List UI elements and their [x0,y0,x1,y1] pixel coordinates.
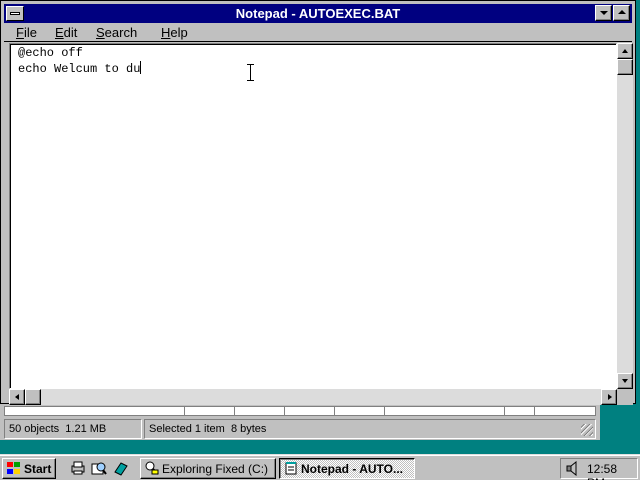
system-tray: 12:58 PM [560,458,638,480]
task-exploring[interactable]: Exploring Fixed (C:) [140,458,276,479]
explorer-cell [5,407,185,415]
task-exploring-label: Exploring Fixed (C:) [162,462,269,476]
ibeam-cursor-icon [247,64,254,81]
explorer-cell [335,407,385,415]
speaker-icon[interactable] [565,460,581,477]
window-title: Notepad - AUTOEXEC.BAT [235,6,401,21]
explorer-cell [385,407,505,415]
arrow-left-icon [15,394,19,400]
clock[interactable]: 12:58 PM [587,462,637,480]
status-total-size: 1.21 MB [65,423,107,435]
explorer-list-strip[interactable] [4,406,596,416]
horizontal-scrollbar[interactable] [9,389,617,405]
text-line: @echo off [18,46,83,60]
scroll-right-button[interactable] [601,389,617,405]
status-selected-bytes: 8 bytes [230,423,267,435]
status-selection: Selected 1 item 8 bytes [144,419,596,439]
size-grip-icon[interactable] [581,424,593,436]
notepad-icon [284,461,298,475]
vertical-scroll-thumb[interactable] [617,59,633,75]
explorer-cell [235,407,285,415]
horizontal-scroll-thumb[interactable] [25,389,41,405]
vertical-scrollbar[interactable] [617,43,633,389]
text-line: echo Welcum to du [18,61,142,76]
notepad-window: Notepad - AUTOEXEC.BAT File Edit Search … [0,0,636,405]
scroll-down-button[interactable] [617,373,633,389]
explorer-cell [285,407,335,415]
explorer-icon [145,461,159,475]
arrow-down-icon [622,379,628,383]
taskbar: Start Exploring Fixed (C:) Notepad - AUT… [0,454,640,480]
arrow-up-icon [622,49,628,53]
menu-file[interactable]: File [10,24,43,41]
minimize-icon [600,11,608,15]
text-caret [140,61,142,74]
status-selected-count: Selected 1 item [149,423,225,435]
title-bar[interactable]: Notepad - AUTOEXEC.BAT [4,4,632,23]
quick-launch-desktop-icon[interactable] [113,460,129,476]
quick-launch-find-icon[interactable] [91,460,107,476]
menu-search[interactable]: Search [90,24,143,41]
text-line-content: echo Welcum to du [18,62,141,76]
start-label: Start [24,462,52,476]
explorer-cell [505,407,535,415]
maximize-button[interactable] [613,5,630,21]
scroll-left-button[interactable] [9,389,25,405]
menu-edit[interactable]: Edit [49,24,83,41]
task-notepad[interactable]: Notepad - AUTO... [279,458,415,479]
scroll-up-button[interactable] [617,43,633,59]
status-objects: 50 objects 1.21 MB [4,419,142,439]
explorer-window: 50 objects 1.21 MB Selected 1 item 8 byt… [0,404,600,440]
status-object-count: 50 objects [9,423,60,435]
task-notepad-label: Notepad - AUTO... [301,462,403,476]
explorer-cell [185,407,235,415]
arrow-right-icon [608,394,612,400]
quick-launch-printer-icon[interactable] [70,460,86,476]
maximize-icon [618,10,626,14]
windows-logo-icon [7,462,21,475]
menu-bar: File Edit Search Help [4,23,632,42]
scrollbar-corner [617,389,633,405]
start-button[interactable]: Start [2,458,56,479]
minimize-button[interactable] [595,5,612,21]
text-editor[interactable]: @echo off echo Welcum to du [9,43,617,389]
menu-help[interactable]: Help [155,24,194,41]
